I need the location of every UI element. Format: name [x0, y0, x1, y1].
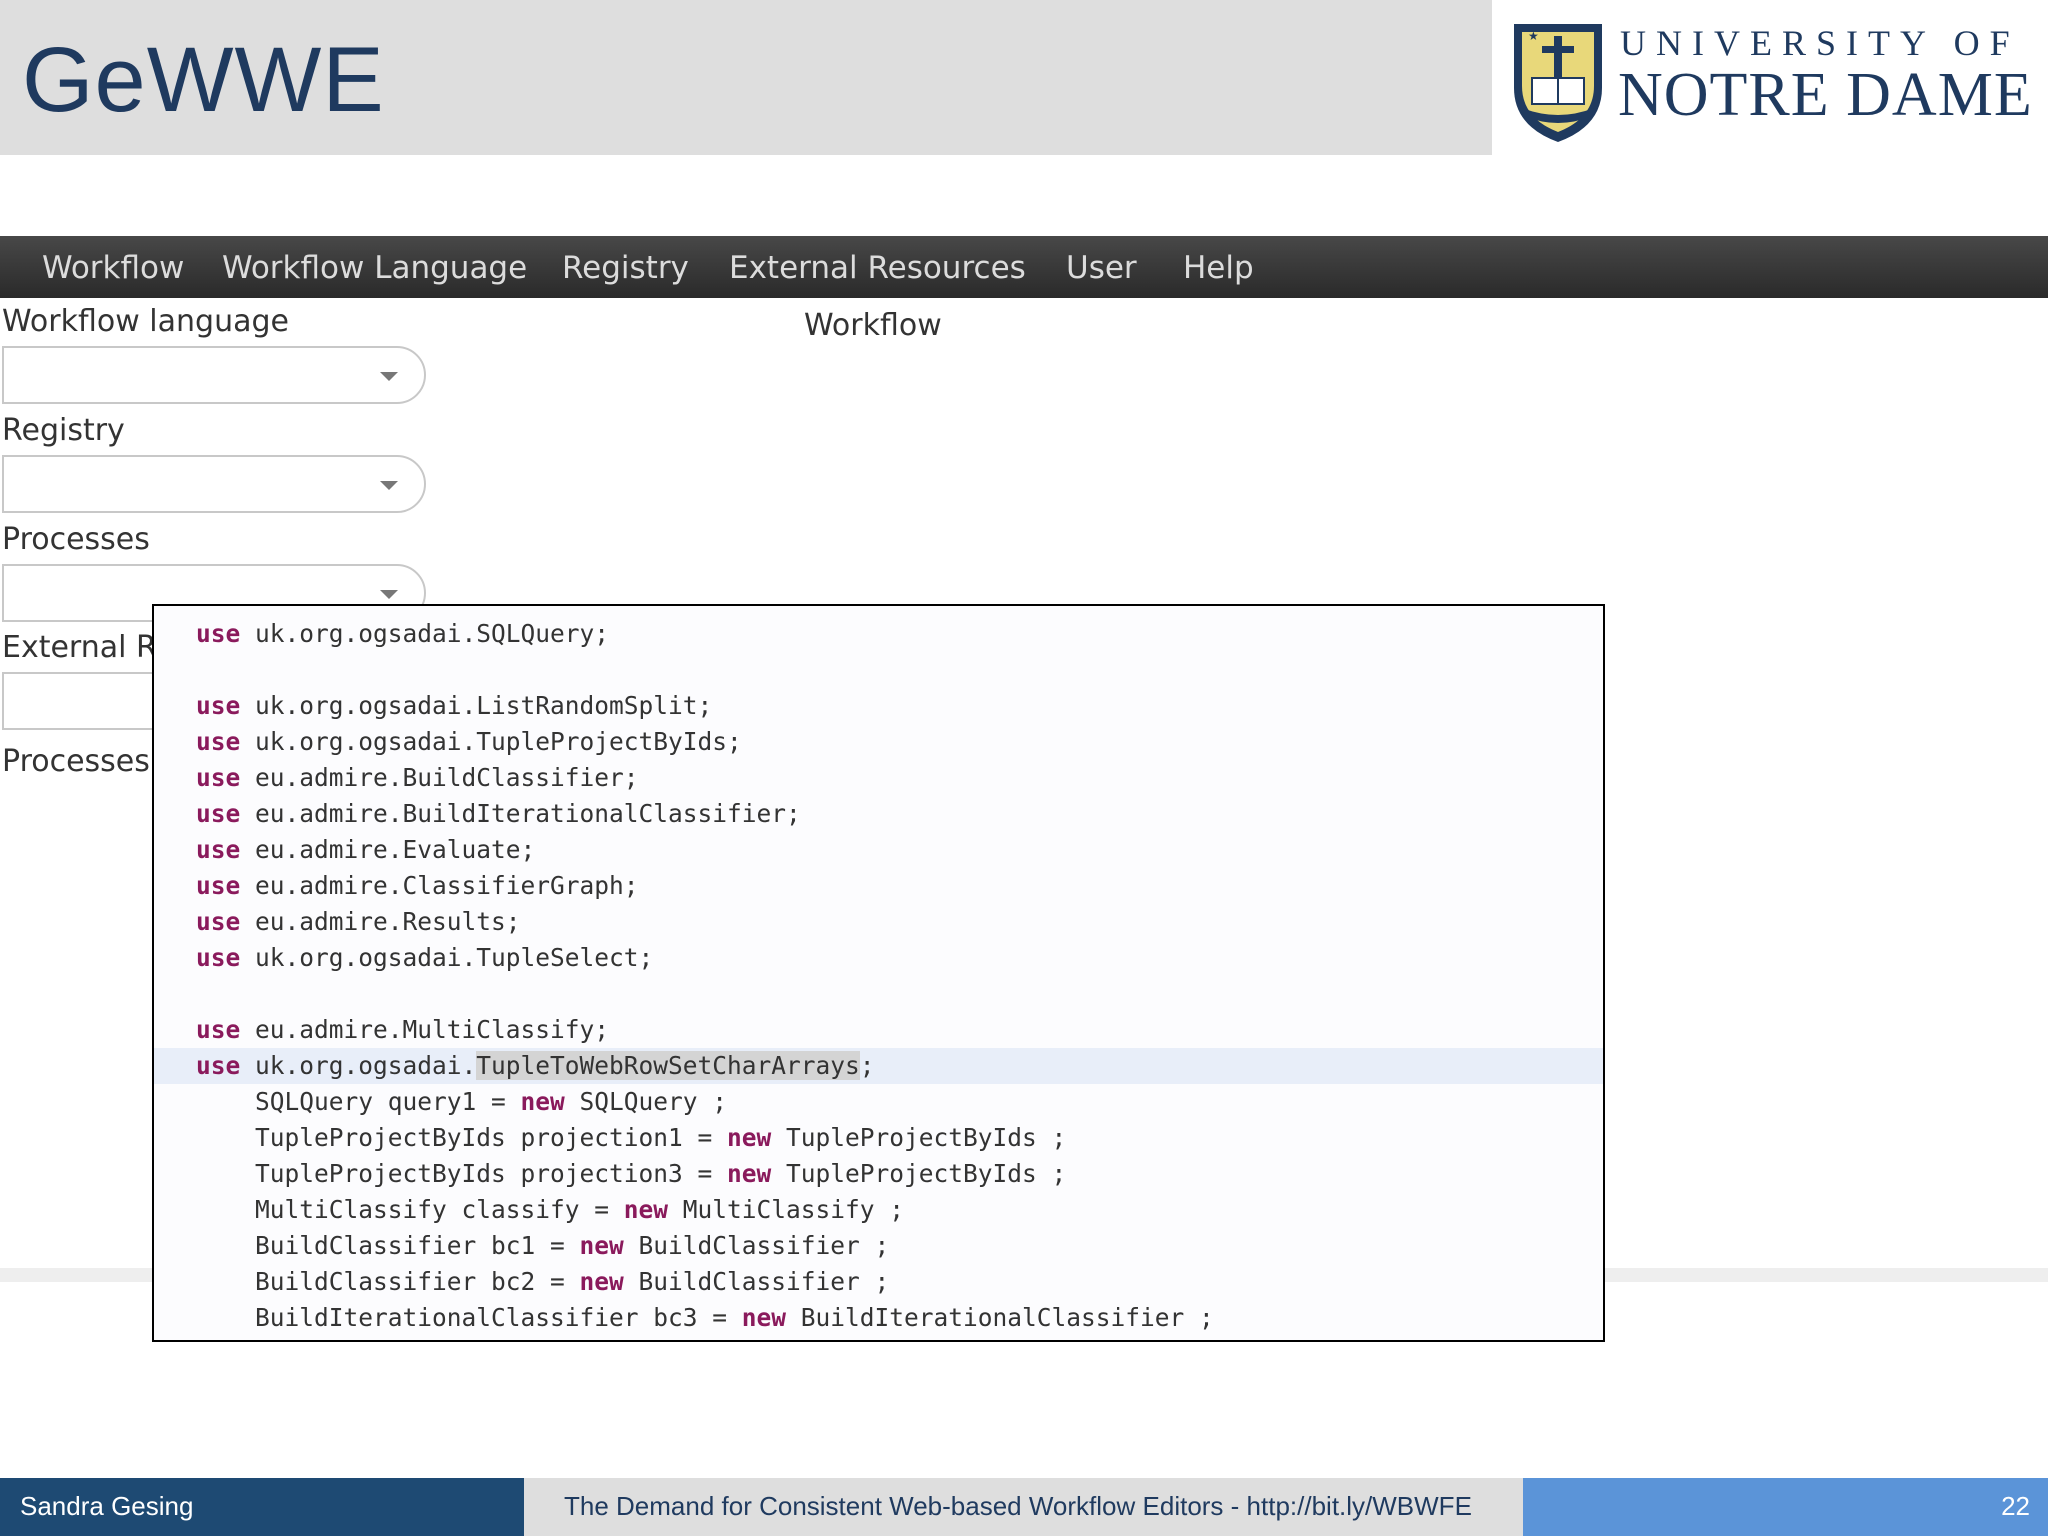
code-text: uk.org.ogsadai.TupleProjectByIds;	[240, 727, 742, 756]
code-keyword: use	[196, 1015, 241, 1044]
code-text: TupleProjectByIds ;	[771, 1159, 1067, 1188]
menu-workflow-language[interactable]: Workflow Language	[222, 248, 527, 288]
registry-select[interactable]	[2, 455, 426, 513]
code-keyword: use	[196, 763, 241, 792]
code-text: TupleProjectByIds ;	[771, 1123, 1067, 1152]
code-text: eu.admire.BuildIterationalClassifier;	[240, 799, 801, 828]
code-text: BuildClassifier bc2 =	[196, 1267, 580, 1296]
chevron-down-icon	[380, 590, 398, 599]
chevron-down-icon	[380, 372, 398, 381]
code-text: eu.admire.BuildClassifier;	[240, 763, 639, 792]
footer-author: Sandra Gesing	[20, 1491, 194, 1521]
code-text: BuildClassifier bc1 =	[196, 1231, 580, 1260]
code-text: uk.org.ogsadai.	[240, 1051, 477, 1080]
code-keyword: new	[727, 1159, 772, 1188]
footer-talk-title: The Demand for Consistent Web-based Work…	[564, 1491, 1472, 1521]
code-text: BuildIterationalClassifier bc3 =	[196, 1303, 742, 1332]
menu-bar: Workflow Workflow Language Registry Exte…	[0, 236, 2048, 298]
svg-text:★: ★	[1528, 29, 1539, 43]
code-keyword: new	[579, 1231, 624, 1260]
code-line: use uk.org.ogsadai.TupleProjectByIds;	[154, 724, 1603, 760]
code-text: MultiClassify ;	[668, 1195, 905, 1224]
code-line: use eu.admire.ClassifierGraph;	[154, 868, 1603, 904]
code-keyword: new	[579, 1267, 624, 1296]
code-text: BuildClassifier ;	[623, 1267, 890, 1296]
code-text: MultiClassify classify =	[196, 1195, 624, 1224]
logo-university-of: UNIVERSITY OF	[1620, 23, 2020, 63]
code-keyword: use	[196, 691, 241, 720]
code-line: TupleProjectByIds projection3 = new Tupl…	[154, 1156, 1603, 1192]
menu-help[interactable]: Help	[1183, 248, 1254, 288]
footer-author-band: Sandra Gesing	[0, 1478, 524, 1536]
code-line: use eu.admire.MultiClassify;	[154, 1012, 1603, 1048]
code-line: use uk.org.ogsadai.ListRandomSplit;	[154, 688, 1603, 724]
code-line: BuildClassifier bc2 = new BuildClassifie…	[154, 1264, 1603, 1300]
code-selection: TupleToWebRowSetCharArrays	[476, 1051, 860, 1080]
code-keyword: use	[196, 835, 241, 864]
code-line: use uk.org.ogsadai.SQLQuery;	[154, 616, 1603, 652]
workflow-language-select[interactable]	[2, 346, 426, 404]
processes-secondary-label: Processes	[2, 744, 150, 779]
code-text: TupleProjectByIds projection3 =	[196, 1159, 728, 1188]
menu-external-resources[interactable]: External Resources	[729, 248, 1026, 288]
workflow-canvas-heading: Workflow	[804, 308, 942, 343]
code-text: SQLQuery ;	[564, 1087, 728, 1116]
code-line: SQLQuery query1 = new SQLQuery ;	[154, 1084, 1603, 1120]
slide-title: GeWWE	[22, 29, 385, 131]
footer-page-number: 22	[2001, 1491, 2030, 1521]
menu-registry[interactable]: Registry	[562, 248, 689, 288]
code-keyword: new	[727, 1123, 772, 1152]
footer-page-band: 22	[1523, 1478, 2048, 1536]
code-keyword: new	[741, 1303, 787, 1332]
code-line: use uk.org.ogsadai.TupleSelect;	[154, 940, 1603, 976]
code-keyword: use	[196, 943, 241, 972]
code-text: eu.admire.Evaluate;	[240, 835, 536, 864]
code-keyword: use	[196, 907, 241, 936]
chevron-down-icon	[380, 481, 398, 490]
university-logo: ★ UNIVERSITY OF NOTRE DAME	[1508, 18, 2036, 146]
code-line: use eu.admire.Results;	[154, 904, 1603, 940]
external-resources-label: External R	[2, 630, 157, 665]
code-line: TupleProjectByIds projection1 = new Tupl…	[154, 1120, 1603, 1156]
footer-title-band: The Demand for Consistent Web-based Work…	[524, 1478, 1523, 1536]
registry-label: Registry	[2, 413, 125, 448]
code-text: uk.org.ogsadai.TupleSelect;	[240, 943, 654, 972]
code-text: uk.org.ogsadai.SQLQuery;	[240, 619, 610, 648]
code-text: eu.admire.ClassifierGraph;	[240, 871, 639, 900]
code-text: TupleProjectByIds projection1 =	[196, 1123, 728, 1152]
code-line: BuildIterationalClassifier bc3 = new Bui…	[154, 1300, 1603, 1336]
code-keyword: new	[623, 1195, 669, 1224]
code-keyword: new	[520, 1087, 565, 1116]
workflow-language-label: Workflow language	[2, 304, 289, 339]
code-text: eu.admire.Results;	[240, 907, 521, 936]
code-keyword: use	[196, 871, 241, 900]
processes-label: Processes	[2, 522, 150, 557]
code-line: BuildClassifier bc1 = new BuildClassifie…	[154, 1228, 1603, 1264]
code-line: MultiClassify classify = new MultiClassi…	[154, 1192, 1603, 1228]
code-text: uk.org.ogsadai.ListRandomSplit;	[240, 691, 713, 720]
code-keyword: use	[196, 619, 241, 648]
code-line: use eu.admire.Evaluate;	[154, 832, 1603, 868]
notre-dame-shield-icon: ★	[1514, 24, 1602, 142]
code-line: use eu.admire.BuildIterationalClassifier…	[154, 796, 1603, 832]
code-text: SQLQuery query1 =	[196, 1087, 521, 1116]
code-keyword: use	[196, 1051, 241, 1080]
code-line-current: use uk.org.ogsadai.TupleToWebRowSetCharA…	[154, 1048, 1603, 1084]
menu-workflow[interactable]: Workflow	[42, 248, 184, 288]
code-keyword: use	[196, 727, 241, 756]
logo-notre-dame: NOTRE DAME	[1618, 61, 2033, 129]
code-text: ;	[859, 1051, 875, 1080]
code-text: BuildIterationalClassifier ;	[786, 1303, 1214, 1332]
code-keyword: use	[196, 799, 241, 828]
slide-title-band: GeWWE	[0, 0, 1492, 155]
menu-user[interactable]: User	[1066, 248, 1137, 288]
code-listing-panel: use uk.org.ogsadai.SQLQuery; use uk.org.…	[152, 604, 1605, 1342]
code-text: BuildClassifier ;	[623, 1231, 890, 1260]
code-line: use eu.admire.BuildClassifier;	[154, 760, 1603, 796]
code-text: eu.admire.MultiClassify;	[240, 1015, 610, 1044]
